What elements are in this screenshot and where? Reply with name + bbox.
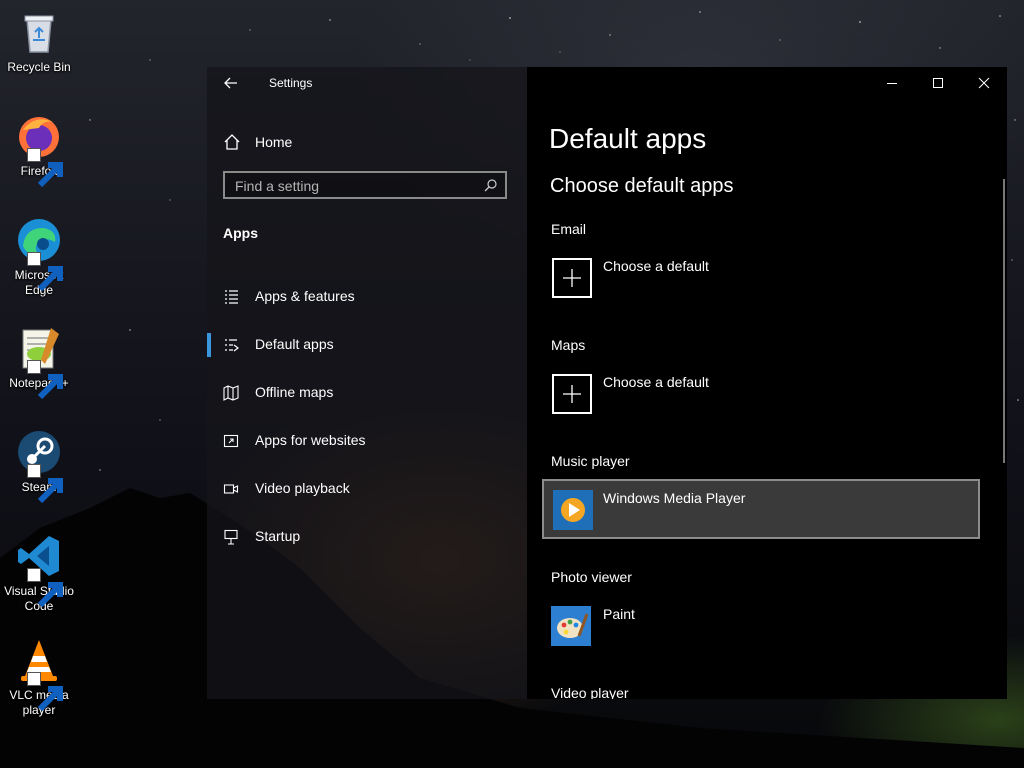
category-label-photo-viewer: Photo viewer [551,569,632,585]
close-icon [978,77,990,89]
minimize-button[interactable] [869,67,915,99]
maximize-button[interactable] [915,67,961,99]
startup-icon [224,529,238,545]
desktop-icon-edge[interactable]: Microsoft Edge [2,216,76,298]
settings-nav-pane: Settings Home Find a setting Apps Apps &… [207,67,527,699]
vlc-icon [15,636,63,712]
page-title: Default apps [549,123,707,154]
back-arrow-icon[interactable] [223,75,239,91]
nav-item-label: Apps for websites [255,432,366,448]
home-icon [224,134,240,150]
desktop-icon-vlc[interactable]: VLC media player [2,636,76,718]
search-placeholder: Find a setting [235,178,320,194]
desktop-icon-label: Recycle Bin [7,60,71,74]
vscode-icon [15,532,63,608]
minimize-icon [887,83,897,84]
list-icon [225,290,238,304]
email-default-button[interactable]: Choose a default [542,248,980,308]
shortcut-arrow-icon [27,568,63,608]
video-icon [223,484,239,494]
nav-item-label: Offline maps [255,384,334,400]
category-label-email: Email [551,221,587,237]
notepadpp-icon [15,324,63,400]
nav-item-apps-for-websites[interactable]: Apps for websites [207,417,527,465]
app-label: Choose a default [603,258,709,274]
nav-list: Apps & features Default apps Offline map… [207,273,527,561]
category-label-video-player: Video player [551,685,629,699]
desktop-icon-steam[interactable]: Steam [2,428,76,504]
paint-icon [551,606,591,646]
plus-icon [552,258,592,298]
close-button[interactable] [961,67,1007,99]
search-input[interactable]: Find a setting [223,171,507,199]
section-subtitle: Choose default apps [550,175,734,197]
shortcut-arrow-icon [27,148,63,188]
shortcut-arrow-icon [27,464,63,504]
selected-indicator [207,333,211,357]
recycle-bin-icon [15,8,63,56]
shortcut-arrow-icon [27,360,63,400]
nav-home-label: Home [255,134,293,150]
nav-item-label: Startup [255,528,301,544]
category-label-maps: Maps [551,337,586,353]
windows-media-player-icon [553,490,593,530]
category-label-music-player: Music player [551,453,630,469]
desktop-icon-notepadpp[interactable]: Notepad++ [2,324,76,400]
open-in-app-icon [223,434,239,448]
shortcut-arrow-icon [27,252,63,292]
settings-window: Settings Home Find a setting Apps Apps &… [207,67,1007,699]
photo-viewer-default-button[interactable]: Paint [542,596,980,656]
scrollbar[interactable] [1003,179,1005,463]
search-icon[interactable] [484,179,497,192]
app-label: Choose a default [603,374,709,390]
nav-item-video-playback[interactable]: Video playback [207,465,527,513]
window-title: Settings [269,76,313,90]
map-icon [223,385,239,401]
maximize-icon [933,78,943,88]
nav-item-startup[interactable]: Startup [207,513,527,561]
nav-item-label: Default apps [255,336,334,352]
nav-item-default-apps[interactable]: Default apps [207,321,527,369]
desktop-icon-firefox[interactable]: Firefox [2,112,76,188]
music-player-default-button[interactable]: Windows Media Player [542,479,980,539]
default-apps-icon [225,339,239,352]
nav-item-apps-features[interactable]: Apps & features [207,273,527,321]
nav-home[interactable]: Home [223,131,292,153]
desktop-icon-vscode[interactable]: Visual Studio Code [2,532,76,614]
shortcut-arrow-icon [27,672,63,712]
app-label: Paint [603,606,635,622]
nav-item-label: Apps & features [255,288,355,304]
section-header: Apps [223,225,258,241]
nav-item-offline-maps[interactable]: Offline maps [207,369,527,417]
maps-default-button[interactable]: Choose a default [542,364,980,424]
content-pane: Default apps Choose default apps Email C… [527,67,1007,699]
edge-icon [15,216,63,292]
steam-icon [15,428,63,504]
app-label: Windows Media Player [603,490,746,506]
plus-icon [552,374,592,414]
firefox-icon [15,112,63,188]
desktop-icon-recycle-bin[interactable]: Recycle Bin [2,8,76,75]
nav-item-label: Video playback [255,480,350,496]
